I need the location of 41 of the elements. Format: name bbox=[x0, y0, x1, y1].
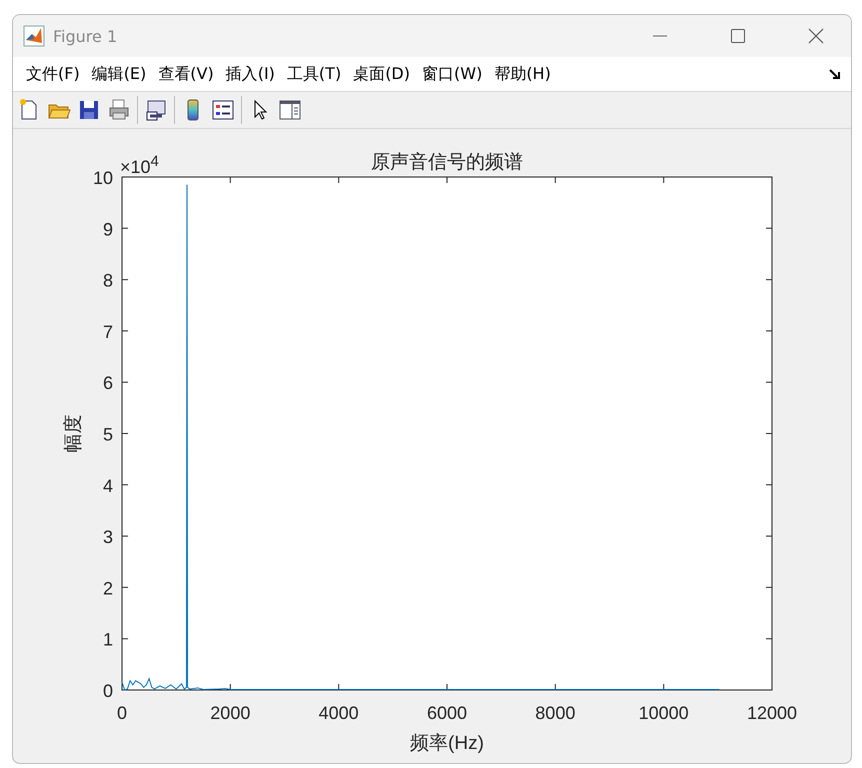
menu-item[interactable]: 插入(I) bbox=[220, 62, 280, 86]
exponent-label: ×10$^{4}$ bbox=[120, 152, 159, 175]
x-tick-label: 2000 bbox=[210, 703, 250, 723]
y-tick-label: 0 bbox=[102, 681, 113, 701]
menu-item[interactable]: 帮助(H) bbox=[489, 62, 556, 86]
close-icon[interactable] bbox=[808, 28, 824, 44]
menu-item[interactable]: 编辑(E) bbox=[86, 62, 152, 86]
minimize-icon[interactable] bbox=[653, 35, 667, 37]
x-tick-label: 6000 bbox=[426, 703, 468, 723]
maximize-icon[interactable] bbox=[731, 29, 745, 43]
dock-arrow-icon[interactable] bbox=[829, 68, 841, 80]
y-tick-label: 4 bbox=[102, 476, 113, 496]
y-tick-label: 1 bbox=[102, 630, 113, 650]
menu-item[interactable]: 桌面(D) bbox=[348, 62, 415, 86]
app-logo-icon bbox=[23, 25, 45, 47]
save-icon[interactable] bbox=[77, 98, 101, 122]
menu-item[interactable]: 查看(V) bbox=[153, 62, 219, 86]
y-tick-label: 8 bbox=[102, 270, 113, 291]
x-tick-label: 12000 bbox=[746, 703, 798, 723]
menu-item[interactable]: 工具(T) bbox=[282, 62, 346, 86]
property-editor-icon[interactable] bbox=[278, 98, 302, 122]
print-icon[interactable] bbox=[107, 98, 131, 122]
menu-item[interactable]: 窗口(W) bbox=[417, 62, 488, 86]
x-tick-label: 0 bbox=[117, 703, 127, 723]
x-tick-label: 8000 bbox=[535, 703, 576, 723]
menu-item[interactable]: 文件(F) bbox=[21, 62, 85, 86]
link-plot-icon[interactable] bbox=[144, 98, 168, 122]
y-tick-label: 9 bbox=[102, 219, 113, 240]
x-tick-label: 4000 bbox=[318, 703, 359, 723]
x-axis-label: 频率(Hz) bbox=[410, 733, 484, 754]
x-tick-label: 10000 bbox=[638, 703, 689, 723]
y-tick-label: 5 bbox=[102, 424, 113, 444]
legend-icon[interactable] bbox=[211, 98, 235, 122]
y-tick-label: 2 bbox=[102, 578, 113, 598]
y-tick-label: 6 bbox=[102, 373, 113, 394]
y-tick-label: 10 bbox=[92, 168, 113, 188]
y-tick-label: 7 bbox=[102, 322, 113, 342]
chart-title: 原声音信号的频谱 bbox=[371, 152, 523, 173]
window-title: Figure 1 bbox=[53, 26, 118, 46]
y-tick-label: 3 bbox=[102, 527, 113, 548]
y-axis-label: 幅度 bbox=[63, 414, 84, 452]
